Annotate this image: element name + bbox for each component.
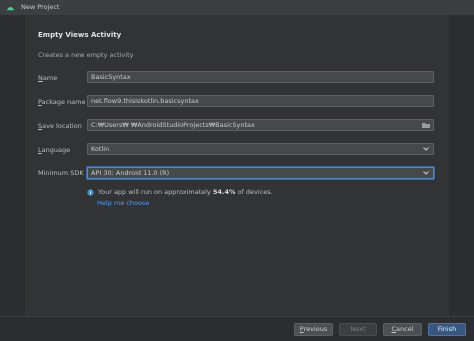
cancel-button[interactable]: Cancel xyxy=(383,323,422,336)
info-icon xyxy=(87,188,94,196)
previous-button[interactable]: Previous xyxy=(294,323,333,336)
footer-divider xyxy=(0,316,474,317)
help-me-choose-link[interactable]: Help me choose xyxy=(97,199,149,207)
coverage-percent: 54.4% xyxy=(212,188,236,196)
minimum-sdk-label: Minimum SDK xyxy=(38,169,84,177)
language-select[interactable]: Kotlin xyxy=(87,143,434,155)
name-label: Name xyxy=(38,74,58,82)
save-location-label: Save location xyxy=(38,122,82,130)
save-location-value: C:₩Users₩ ₩AndroidStudioProjects₩BasicSy… xyxy=(91,121,255,129)
language-value: Kotlin xyxy=(91,145,110,153)
minimum-sdk-select[interactable]: API 30: Android 11.0 (R) xyxy=(87,167,434,179)
chevron-down-icon xyxy=(423,147,429,151)
name-field[interactable]: BasicSyntax xyxy=(87,71,434,83)
package-name-field[interactable]: net.flow9.thisiskotlin.basicsyntax xyxy=(87,95,434,107)
package-name-label: Package name xyxy=(38,98,86,106)
page-description: Creates a new empty activity xyxy=(38,51,134,59)
android-studio-icon xyxy=(6,7,15,11)
next-button[interactable]: Next xyxy=(339,323,377,336)
title-bar: New Project xyxy=(0,0,474,15)
main-panel xyxy=(25,15,449,316)
finish-button[interactable]: Finish xyxy=(428,323,466,336)
device-coverage-text: Your app will run on approximately 54.4%… xyxy=(98,188,273,196)
language-label: Language xyxy=(38,146,71,154)
folder-icon[interactable] xyxy=(422,122,430,128)
save-location-field[interactable]: C:₩Users₩ ₩AndroidStudioProjects₩BasicSy… xyxy=(87,119,434,131)
device-coverage-info: Your app will run on approximately 54.4%… xyxy=(87,188,273,196)
window-title: New Project xyxy=(21,3,60,11)
page-title: Empty Views Activity xyxy=(38,31,122,39)
minimum-sdk-value: API 30: Android 11.0 (R) xyxy=(91,169,170,177)
chevron-down-icon xyxy=(423,171,429,175)
